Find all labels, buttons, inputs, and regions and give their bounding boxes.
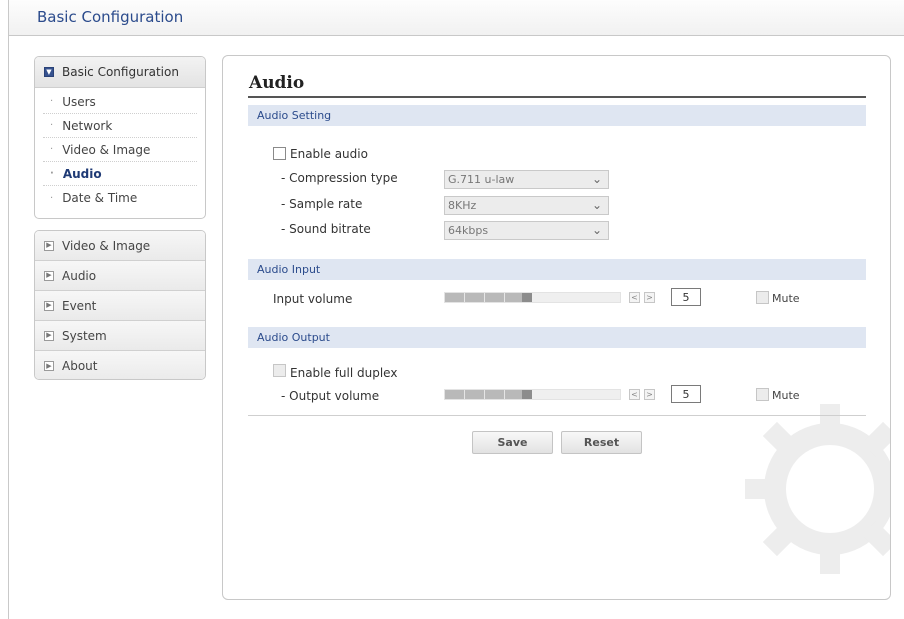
chevron-down-icon: ⌄ [591, 198, 602, 212]
sidebar-item-label: Users [62, 94, 96, 109]
output-mute-label: Mute [772, 389, 800, 402]
sidebar-item-label: Network [62, 118, 113, 133]
slider-handle[interactable] [522, 390, 532, 399]
section-audio-setting: Audio Setting [248, 105, 866, 126]
enable-full-duplex-checkbox[interactable] [273, 364, 286, 377]
sound-bitrate-select[interactable]: 64kbps ⌄ [444, 221, 609, 240]
sidebar-section-audio[interactable]: ▶ Audio [35, 261, 205, 291]
chevron-down-icon: ⌄ [591, 172, 602, 186]
save-button[interactable]: Save [472, 431, 553, 454]
bullet-icon: · [50, 192, 54, 204]
sidebar-item-audio[interactable]: · Audio [43, 162, 197, 186]
input-mute-label: Mute [772, 292, 800, 305]
output-volume-slider[interactable] [444, 389, 621, 400]
output-volume-label: - Output volume [281, 389, 380, 403]
bullet-icon: · [50, 144, 54, 155]
input-volume-decrease-button[interactable]: < [629, 292, 640, 303]
expand-icon: ▶ [44, 361, 54, 371]
slider-fill [445, 293, 531, 302]
page-title: Audio [249, 73, 305, 93]
input-volume-field[interactable]: 5 [671, 288, 701, 306]
output-volume-decrease-button[interactable]: < [629, 389, 640, 400]
sidebar-group-label: Basic Configuration [62, 65, 179, 79]
sidebar-group-header[interactable]: ▼ Basic Configuration [35, 57, 205, 88]
enable-audio-label: Enable audio [290, 147, 368, 161]
chevron-down-icon: ⌄ [591, 223, 602, 237]
output-mute-checkbox[interactable] [756, 388, 769, 401]
sidebar-section-video-image[interactable]: ▶ Video & Image [35, 231, 205, 261]
gear-watermark-icon [745, 404, 890, 574]
sidebar-section-system[interactable]: ▶ System [35, 321, 205, 351]
expand-icon: ▶ [44, 270, 54, 281]
sidebar-section-event[interactable]: ▶ Event [35, 291, 205, 321]
input-volume-label: Input volume [273, 292, 353, 306]
input-mute-checkbox[interactable] [756, 291, 769, 304]
title-divider [248, 96, 866, 98]
sidebar-item-video-image[interactable]: · Video & Image [43, 138, 197, 162]
bullet-icon: · [50, 96, 54, 107]
audio-settings-panel: Audio Audio Setting Enable audio - Compr… [222, 55, 891, 600]
slider-fill [445, 390, 531, 399]
bullet-icon: · [50, 120, 54, 131]
sidebar-basic-config-group: ▼ Basic Configuration · Users · Network … [34, 56, 206, 219]
input-volume-slider[interactable] [444, 292, 621, 303]
sidebar-item-users[interactable]: · Users [43, 90, 197, 114]
sample-rate-select[interactable]: 8KHz ⌄ [444, 196, 609, 215]
sidebar-section-label: System [62, 328, 107, 343]
sidebar-item-label: Audio [62, 166, 102, 181]
section-audio-input: Audio Input [248, 259, 866, 280]
sidebar-section-label: About [62, 359, 98, 373]
sidebar-section-label: Audio [62, 268, 97, 283]
sound-bitrate-label: - Sound bitrate [281, 222, 371, 236]
input-volume-increase-button[interactable]: > [644, 292, 655, 303]
page-header-title: Basic Configuration [37, 8, 184, 26]
sidebar-item-date-time[interactable]: · Date & Time [43, 186, 197, 210]
enable-full-duplex-label: Enable full duplex [290, 366, 398, 380]
bullet-icon: · [50, 168, 54, 179]
enable-audio-checkbox[interactable] [273, 147, 286, 160]
sidebar-item-label: Date & Time [62, 191, 138, 205]
reset-button[interactable]: Reset [561, 431, 642, 454]
sound-bitrate-value: 64kbps [448, 224, 489, 237]
sidebar-section-label: Event [62, 298, 97, 313]
compression-type-label: - Compression type [281, 171, 398, 185]
sample-rate-label: - Sample rate [281, 197, 363, 211]
sidebar-item-label: Video & Image [62, 142, 151, 157]
sidebar-item-network[interactable]: · Network [43, 114, 197, 138]
collapse-icon: ▼ [44, 67, 54, 77]
slider-handle[interactable] [522, 293, 532, 302]
top-bar: Basic Configuration [8, 0, 904, 36]
expand-icon: ▶ [44, 240, 54, 251]
sample-rate-value: 8KHz [448, 199, 477, 212]
sidebar-section-about[interactable]: ▶ About [35, 351, 205, 379]
sidebar-sections: ▶ Video & Image ▶ Audio ▶ Event ▶ System… [34, 230, 206, 380]
output-volume-increase-button[interactable]: > [644, 389, 655, 400]
sidebar-section-label: Video & Image [62, 238, 151, 253]
compression-type-select[interactable]: G.711 u-law ⌄ [444, 170, 609, 189]
expand-icon: ▶ [44, 330, 54, 341]
section-audio-output: Audio Output [248, 327, 866, 348]
output-volume-field[interactable]: 5 [671, 385, 701, 403]
form-divider [248, 415, 866, 416]
expand-icon: ▶ [44, 300, 54, 311]
compression-type-value: G.711 u-law [448, 173, 515, 186]
